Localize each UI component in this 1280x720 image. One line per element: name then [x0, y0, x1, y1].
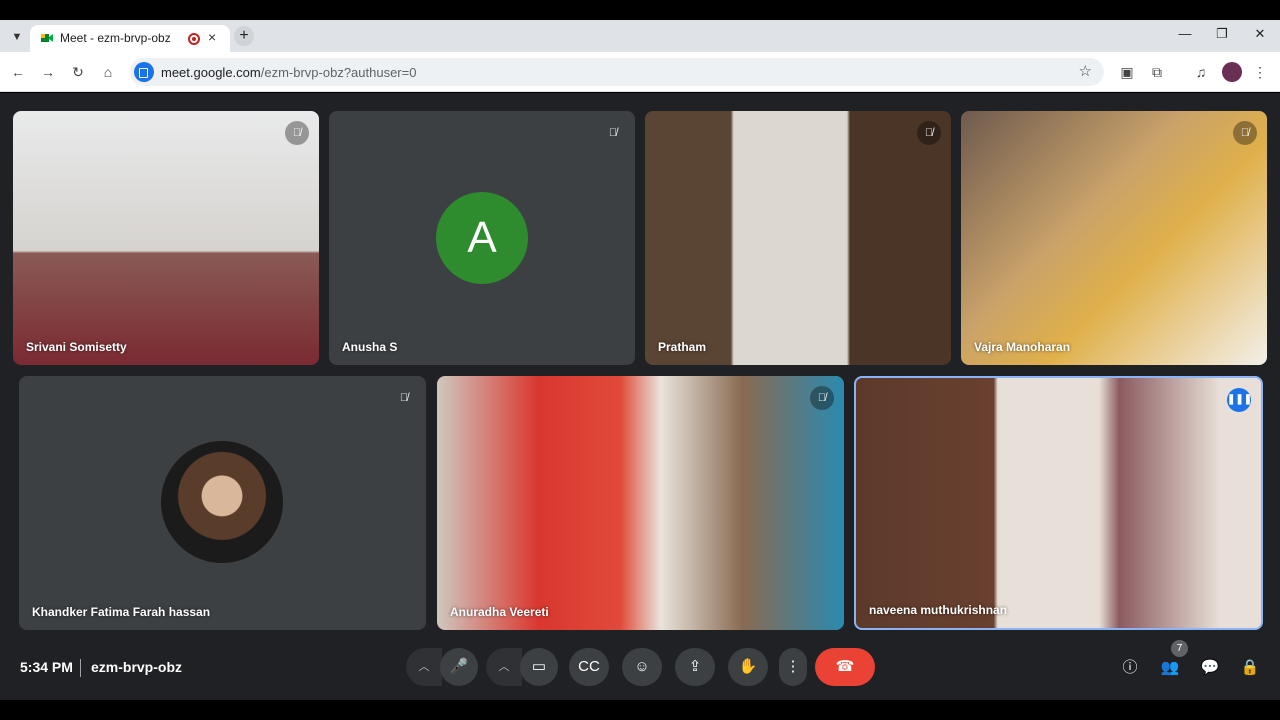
forward-icon[interactable]: → — [38, 62, 58, 82]
participant-tile[interactable]: 🎙̸ Khandker Fatima Farah hassan — [19, 376, 426, 630]
reload-icon[interactable]: ↻ — [68, 62, 88, 82]
screencast-icon[interactable]: ▣ — [1117, 62, 1137, 82]
participant-name: Khandker Fatima Farah hassan — [32, 605, 211, 619]
meeting-stage: 🎙̸ Srivani Somisetty 🎙̸ A Anusha S 🎙̸ Pr… — [0, 93, 1280, 720]
site-info-icon[interactable] — [134, 62, 154, 82]
participant-tile[interactable]: 🎙̸ Srivani Somisetty — [13, 111, 319, 365]
reactions-button[interactable]: ☺ — [622, 648, 662, 686]
microphone-button[interactable]: 🎤 — [440, 648, 478, 686]
minimize-icon[interactable]: — — [1175, 26, 1195, 41]
participant-tile[interactable]: 🎙̸ Anuradha Veereti — [437, 376, 844, 630]
participant-name: Srivani Somisetty — [26, 340, 127, 354]
muted-mic-icon: 🎙̸ — [399, 392, 409, 404]
tab-search-icon[interactable]: ▼ — [8, 28, 26, 46]
tab-strip: ▼ Meet - ezm-brvp-obz × + — ❐ ✕ — [0, 20, 1280, 52]
url-text: meet.google.com/ezm-brvp-obz?authuser=0 — [161, 65, 416, 80]
participant-tile[interactable]: 🎙̸ Pratham — [645, 111, 951, 365]
participant-name: naveena muthukrishnan — [869, 603, 1008, 617]
back-icon[interactable]: ← — [8, 62, 28, 82]
url-host: meet.google.com — [161, 65, 261, 80]
bookmark-star-icon[interactable]: ☆ — [1079, 62, 1092, 80]
leave-call-button[interactable]: ☎ — [815, 648, 875, 686]
browser-tab[interactable]: Meet - ezm-brvp-obz × — [30, 25, 230, 52]
participant-count-badge: 7 — [1171, 640, 1188, 657]
participant-avatar-photo — [161, 441, 283, 563]
present-screen-button[interactable]: ⇪ — [675, 648, 715, 686]
raise-hand-button[interactable]: ✋ — [728, 648, 768, 686]
camera-button[interactable]: ▭ — [520, 648, 558, 686]
menu-kebab-icon[interactable]: ⋮ — [1250, 62, 1270, 82]
people-icon[interactable]: 👥 — [1159, 657, 1181, 679]
participant-name: Vajra Manoharan — [974, 340, 1071, 354]
participant-tile-active-speaker[interactable]: ❚❚❚ naveena muthukrishnan — [854, 376, 1263, 630]
window-close-icon[interactable]: ✕ — [1250, 26, 1270, 42]
new-tab-button[interactable]: + — [234, 26, 254, 46]
top-letterbox — [0, 0, 1280, 20]
speaking-indicator-icon: ❚❚❚ — [1227, 388, 1252, 412]
muted-mic-icon: 🎙̸ — [285, 121, 309, 145]
participant-name: Pratham — [658, 340, 707, 354]
participant-tile[interactable]: 🎙̸ A Anusha S — [329, 111, 635, 365]
video-options-chevron-icon[interactable]: ︿ — [486, 648, 522, 686]
tab-close-icon[interactable]: × — [208, 29, 216, 45]
muted-mic-icon: 🎙̸ — [608, 127, 618, 139]
participant-name: Anuradha Veereti — [450, 605, 549, 619]
profile-avatar[interactable] — [1222, 62, 1242, 82]
screen: ▼ Meet - ezm-brvp-obz × + — ❐ ✕ ← → ↻ ⌂ … — [0, 0, 1280, 720]
muted-mic-icon: 🎙̸ — [917, 121, 941, 145]
chat-icon[interactable]: 💬 — [1199, 657, 1221, 679]
browser-toolbar: ← → ↻ ⌂ meet.google.com/ezm-brvp-obz?aut… — [0, 52, 1280, 92]
participant-avatar-initial: A — [436, 192, 528, 284]
muted-mic-icon: 🎙̸ — [1233, 121, 1257, 145]
audio-options-chevron-icon[interactable]: ︿ — [406, 648, 442, 686]
meeting-clock: 5:34 PM — [20, 659, 73, 675]
more-options-button[interactable]: ⋮ — [779, 648, 807, 686]
muted-mic-icon: 🎙̸ — [810, 386, 834, 410]
restore-icon[interactable]: ❐ — [1212, 26, 1232, 42]
captions-button[interactable]: CC — [569, 648, 609, 686]
divider — [80, 659, 81, 677]
home-icon[interactable]: ⌂ — [98, 62, 118, 82]
extensions-icon[interactable]: ⧉ — [1147, 62, 1167, 82]
recording-indicator-icon — [188, 33, 200, 45]
meeting-info-icon[interactable]: ⓘ — [1119, 657, 1141, 679]
participant-name: Anusha S — [342, 340, 398, 354]
url-path: /ezm-brvp-obz?authuser=0 — [260, 65, 417, 80]
address-bar[interactable]: meet.google.com/ezm-brvp-obz?authuser=0 … — [130, 58, 1104, 86]
meeting-controls-bar: 5:34 PM ezm-brvp-obz ︿ 🎤 ︿ ▭ CC ☺ ⇪ ✋ ⋮ … — [0, 640, 1280, 700]
bottom-letterbox — [0, 700, 1280, 720]
host-controls-icon[interactable]: 🔒 — [1239, 657, 1261, 679]
media-controls-icon[interactable]: ♫ — [1191, 62, 1211, 82]
participant-tile[interactable]: 🎙̸ Vajra Manoharan — [961, 111, 1267, 365]
tab-title: Meet - ezm-brvp-obz — [60, 31, 171, 45]
meet-favicon-icon — [41, 34, 53, 42]
meeting-code: ezm-brvp-obz — [91, 659, 182, 675]
